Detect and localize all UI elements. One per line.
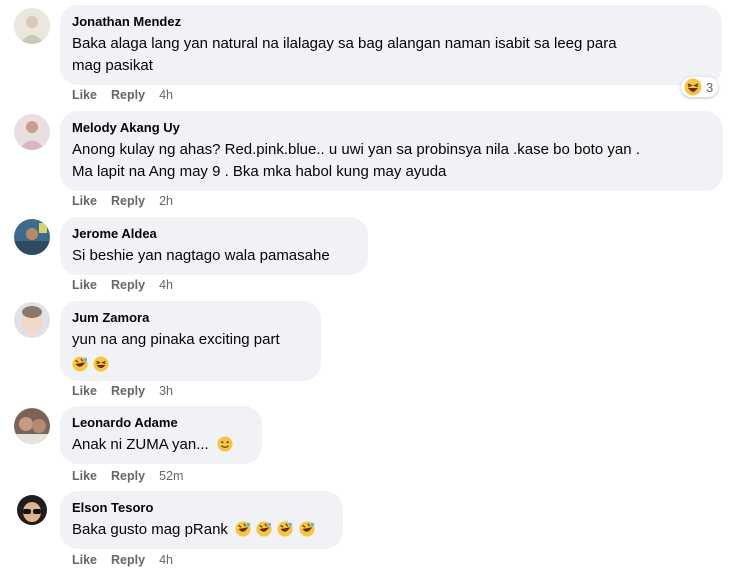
reaction-badge[interactable]: 3 [681,77,719,97]
timestamp[interactable]: 4h [159,88,173,102]
comment-bubble: Elson Tesoro Baka gusto mag pRank [60,491,343,549]
avatar[interactable] [14,8,50,44]
comment-text: Anak ni ZUMA yan... [72,434,250,456]
rolling-laughing-emoji [277,521,294,537]
rolling-laughing-emoji [256,521,272,537]
reply-button[interactable]: Reply [111,194,145,208]
comment-bubble: Jerome Aldea Si beshie yan nagtago wala … [60,217,368,275]
comment-text: Baka gusto mag pRank [72,519,331,541]
like-button[interactable]: Like [72,469,97,483]
reply-button[interactable]: Reply [111,553,145,567]
timestamp[interactable]: 52m [159,469,183,483]
comment-line: Ma lapit na Ang may 9 . Bka mka habol ku… [72,163,447,180]
like-button[interactable]: Like [72,384,97,398]
comment-actions: Like Reply 4h [72,277,173,293]
comment-author[interactable]: Jerome Aldea [72,225,356,242]
timestamp[interactable]: 2h [159,194,173,208]
comment-actions: Like Reply 2h [72,193,173,209]
comment-text: yun na ang pinaka exciting part [72,329,309,376]
avatar[interactable] [14,408,50,444]
comment-bubble: Leonardo Adame Anak ni ZUMA yan... [60,406,262,464]
reply-button[interactable]: Reply [111,384,145,398]
comment-text: Baka alaga lang yan natural na ilalagay … [72,33,710,77]
like-button[interactable]: Like [72,278,97,292]
comment-bubble: Jum Zamora yun na ang pinaka exciting pa… [60,301,321,381]
reply-button[interactable]: Reply [111,469,145,483]
comment-bubble: Melody Akang Uy Anong kulay ng ahas? Red… [60,111,723,191]
rolling-laughing-emoji [235,521,251,537]
comment-line: Anong kulay ng ahas? Red.pink.blue.. u u… [72,141,640,158]
comment-actions: Like Reply 4h [72,552,173,568]
like-button[interactable]: Like [72,194,97,208]
comment-line: Baka alaga lang yan natural na ilalagay … [72,35,617,52]
avatar[interactable] [14,302,50,338]
timestamp[interactable]: 4h [159,553,173,567]
comment-author[interactable]: Jonathan Mendez [72,13,710,30]
comment-line: yun na ang pinaka exciting part [72,331,280,348]
timestamp[interactable]: 4h [159,278,173,292]
timestamp[interactable]: 3h [159,384,173,398]
avatar[interactable] [14,219,50,255]
reply-button[interactable]: Reply [111,88,145,102]
rolling-laughing-emoji [72,356,88,372]
avatar[interactable] [14,492,50,528]
rolling-laughing-emoji [299,521,315,537]
comment-line: Anak ni ZUMA yan... [72,436,209,453]
comment-line: Si beshie yan nagtago wala pamasahe [72,247,330,264]
laughing-face-icon [684,78,702,96]
reply-button[interactable]: Reply [111,278,145,292]
comment-author[interactable]: Melody Akang Uy [72,119,711,136]
comment-author[interactable]: Jum Zamora [72,309,309,326]
like-button[interactable]: Like [72,553,97,567]
emoji-row [72,351,309,376]
comment-actions: Like Reply 52m [72,468,183,484]
emoji-group [235,521,316,538]
comment-text: Anong kulay ng ahas? Red.pink.blue.. u u… [72,139,711,183]
comment-bubble: Jonathan Mendez Baka alaga lang yan natu… [60,5,722,85]
reaction-count: 3 [706,79,714,95]
comment-line: mag pasikat [72,57,153,74]
like-button[interactable]: Like [72,88,97,102]
comment-author[interactable]: Leonardo Adame [72,414,250,431]
comment-text: Si beshie yan nagtago wala pamasahe [72,245,356,267]
comment-line: Baka gusto mag pRank [72,521,228,538]
laughing-emoji [93,356,109,372]
avatar[interactable] [14,114,50,150]
smiling-emoji [217,436,233,452]
comment-author[interactable]: Elson Tesoro [72,499,331,516]
comment-actions: Like Reply 4h [72,87,173,103]
comment-actions: Like Reply 3h [72,383,173,399]
